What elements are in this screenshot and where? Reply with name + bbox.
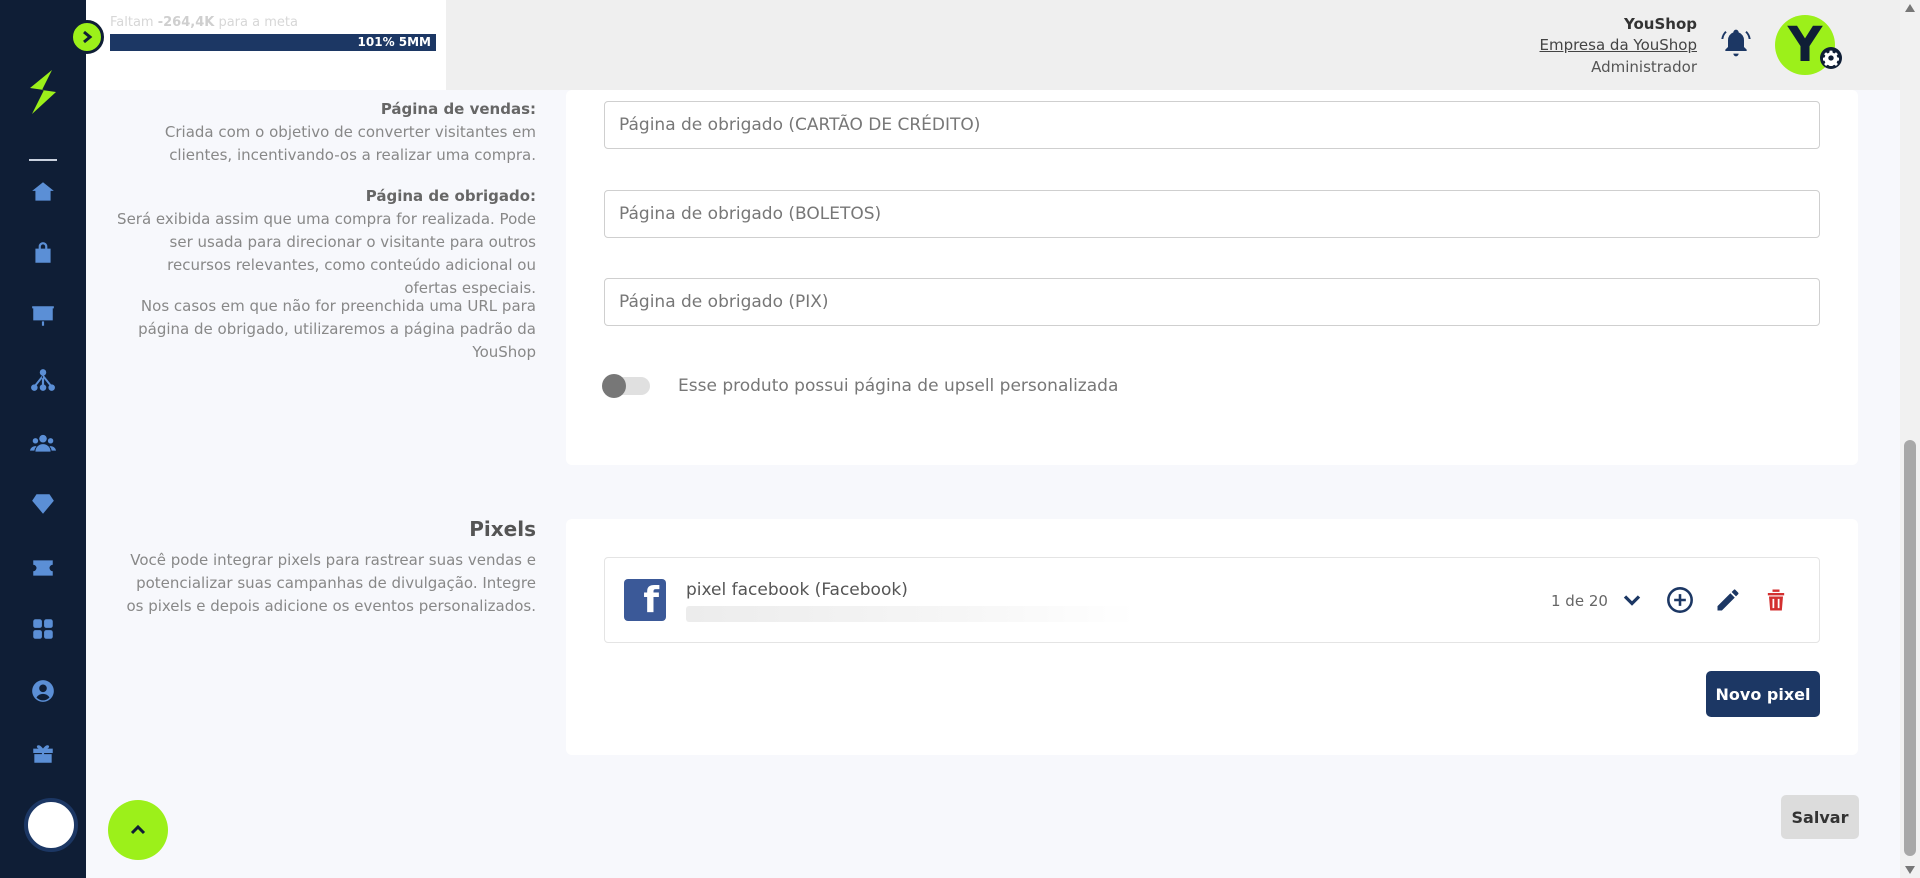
goal-label-prefix: Faltam bbox=[110, 15, 158, 30]
chevron-right-icon bbox=[83, 30, 93, 44]
scroll-down-arrow-icon[interactable] bbox=[1905, 866, 1915, 874]
goal-progress-text: 101% 5MM bbox=[357, 35, 431, 49]
pixels-description: Você pode integrar pixels para rastrear … bbox=[126, 551, 536, 615]
gift-icon[interactable] bbox=[27, 737, 59, 769]
pixel-name: pixel facebook (Facebook) bbox=[686, 580, 908, 600]
user-circle-icon[interactable] bbox=[27, 675, 59, 707]
pixel-list-item: f pixel facebook (Facebook) 1 de 20 bbox=[604, 557, 1820, 643]
company-link[interactable]: Empresa da YouShop bbox=[1539, 34, 1697, 56]
network-icon[interactable] bbox=[27, 364, 59, 396]
upsell-toggle-label: Esse produto possui página de upsell per… bbox=[678, 376, 1119, 396]
edit-pencil-icon[interactable] bbox=[1713, 585, 1743, 615]
user-info: YouShop Empresa da YouShop Administrador bbox=[1539, 14, 1697, 78]
avatar-letter: Y bbox=[1787, 17, 1823, 73]
thankyou-pix-input[interactable]: Página de obrigado (PIX) bbox=[604, 278, 1820, 326]
add-event-plus-circle-icon[interactable] bbox=[1665, 585, 1695, 615]
sales-page-title: Página de vendas: bbox=[380, 100, 536, 118]
sidebar bbox=[0, 0, 86, 878]
user-status-avatar[interactable] bbox=[24, 798, 78, 852]
thankyou-credit-card-input[interactable]: Página de obrigado (CARTÃO DE CRÉDITO) bbox=[604, 101, 1820, 149]
thankyou-page-title: Página de obrigado: bbox=[365, 187, 536, 205]
new-pixel-button[interactable]: Novo pixel bbox=[1706, 671, 1820, 717]
goal-label-suffix: para a meta bbox=[214, 15, 298, 30]
facebook-icon: f bbox=[624, 579, 666, 621]
sales-page-description: Página de vendas: Criada com o objetivo … bbox=[116, 98, 536, 167]
users-icon[interactable] bbox=[27, 427, 59, 459]
user-role: Administrador bbox=[1591, 58, 1697, 76]
gear-icon[interactable] bbox=[1820, 47, 1842, 69]
goal-amount: -264,4K bbox=[157, 15, 215, 30]
user-name: YouShop bbox=[1624, 15, 1697, 33]
sidebar-divider bbox=[29, 159, 57, 161]
pixels-section-title: Pixels bbox=[469, 517, 536, 541]
save-button[interactable]: Salvar bbox=[1781, 795, 1859, 839]
pixel-count: 1 de 20 bbox=[1551, 592, 1608, 610]
thankyou-page-description: Página de obrigado: Será exibida assim q… bbox=[116, 185, 536, 300]
chevron-up-icon bbox=[130, 824, 146, 835]
thankyou-boleto-input[interactable]: Página de obrigado (BOLETOS) bbox=[604, 190, 1820, 238]
delete-trash-icon[interactable] bbox=[1761, 585, 1791, 615]
toggle-knob bbox=[602, 374, 626, 398]
scrollbar-thumb[interactable] bbox=[1904, 440, 1916, 856]
ticket-icon[interactable] bbox=[27, 552, 59, 584]
brand-logo-icon bbox=[30, 70, 56, 114]
page-scrollbar[interactable] bbox=[1900, 0, 1920, 878]
bag-icon[interactable] bbox=[27, 237, 59, 269]
goal-label: Faltam -264,4K para a meta bbox=[110, 15, 298, 30]
pixel-id-redacted bbox=[686, 606, 1136, 622]
default-page-note: Nos casos em que não for preenchida uma … bbox=[138, 297, 536, 361]
thankyou-page-text: Será exibida assim que uma compra for re… bbox=[117, 210, 536, 297]
expand-sidebar-button[interactable] bbox=[70, 20, 104, 54]
diamond-icon[interactable] bbox=[27, 488, 59, 520]
upsell-toggle[interactable] bbox=[602, 374, 650, 398]
expand-chevron-down-icon[interactable] bbox=[1617, 585, 1647, 615]
apps-grid-icon[interactable] bbox=[27, 613, 59, 645]
presentation-chart-icon[interactable] bbox=[27, 300, 59, 332]
home-icon[interactable] bbox=[27, 176, 59, 208]
goal-progress-bar: 101% 5MM bbox=[110, 34, 436, 51]
pixels-description-block: Pixels Você pode integrar pixels para ra… bbox=[116, 518, 536, 618]
sales-page-text: Criada com o objetivo de converter visit… bbox=[164, 123, 536, 164]
scroll-to-top-button[interactable] bbox=[108, 800, 168, 860]
scroll-up-arrow-icon[interactable] bbox=[1905, 4, 1915, 12]
notifications-bell-icon[interactable] bbox=[1720, 27, 1752, 59]
